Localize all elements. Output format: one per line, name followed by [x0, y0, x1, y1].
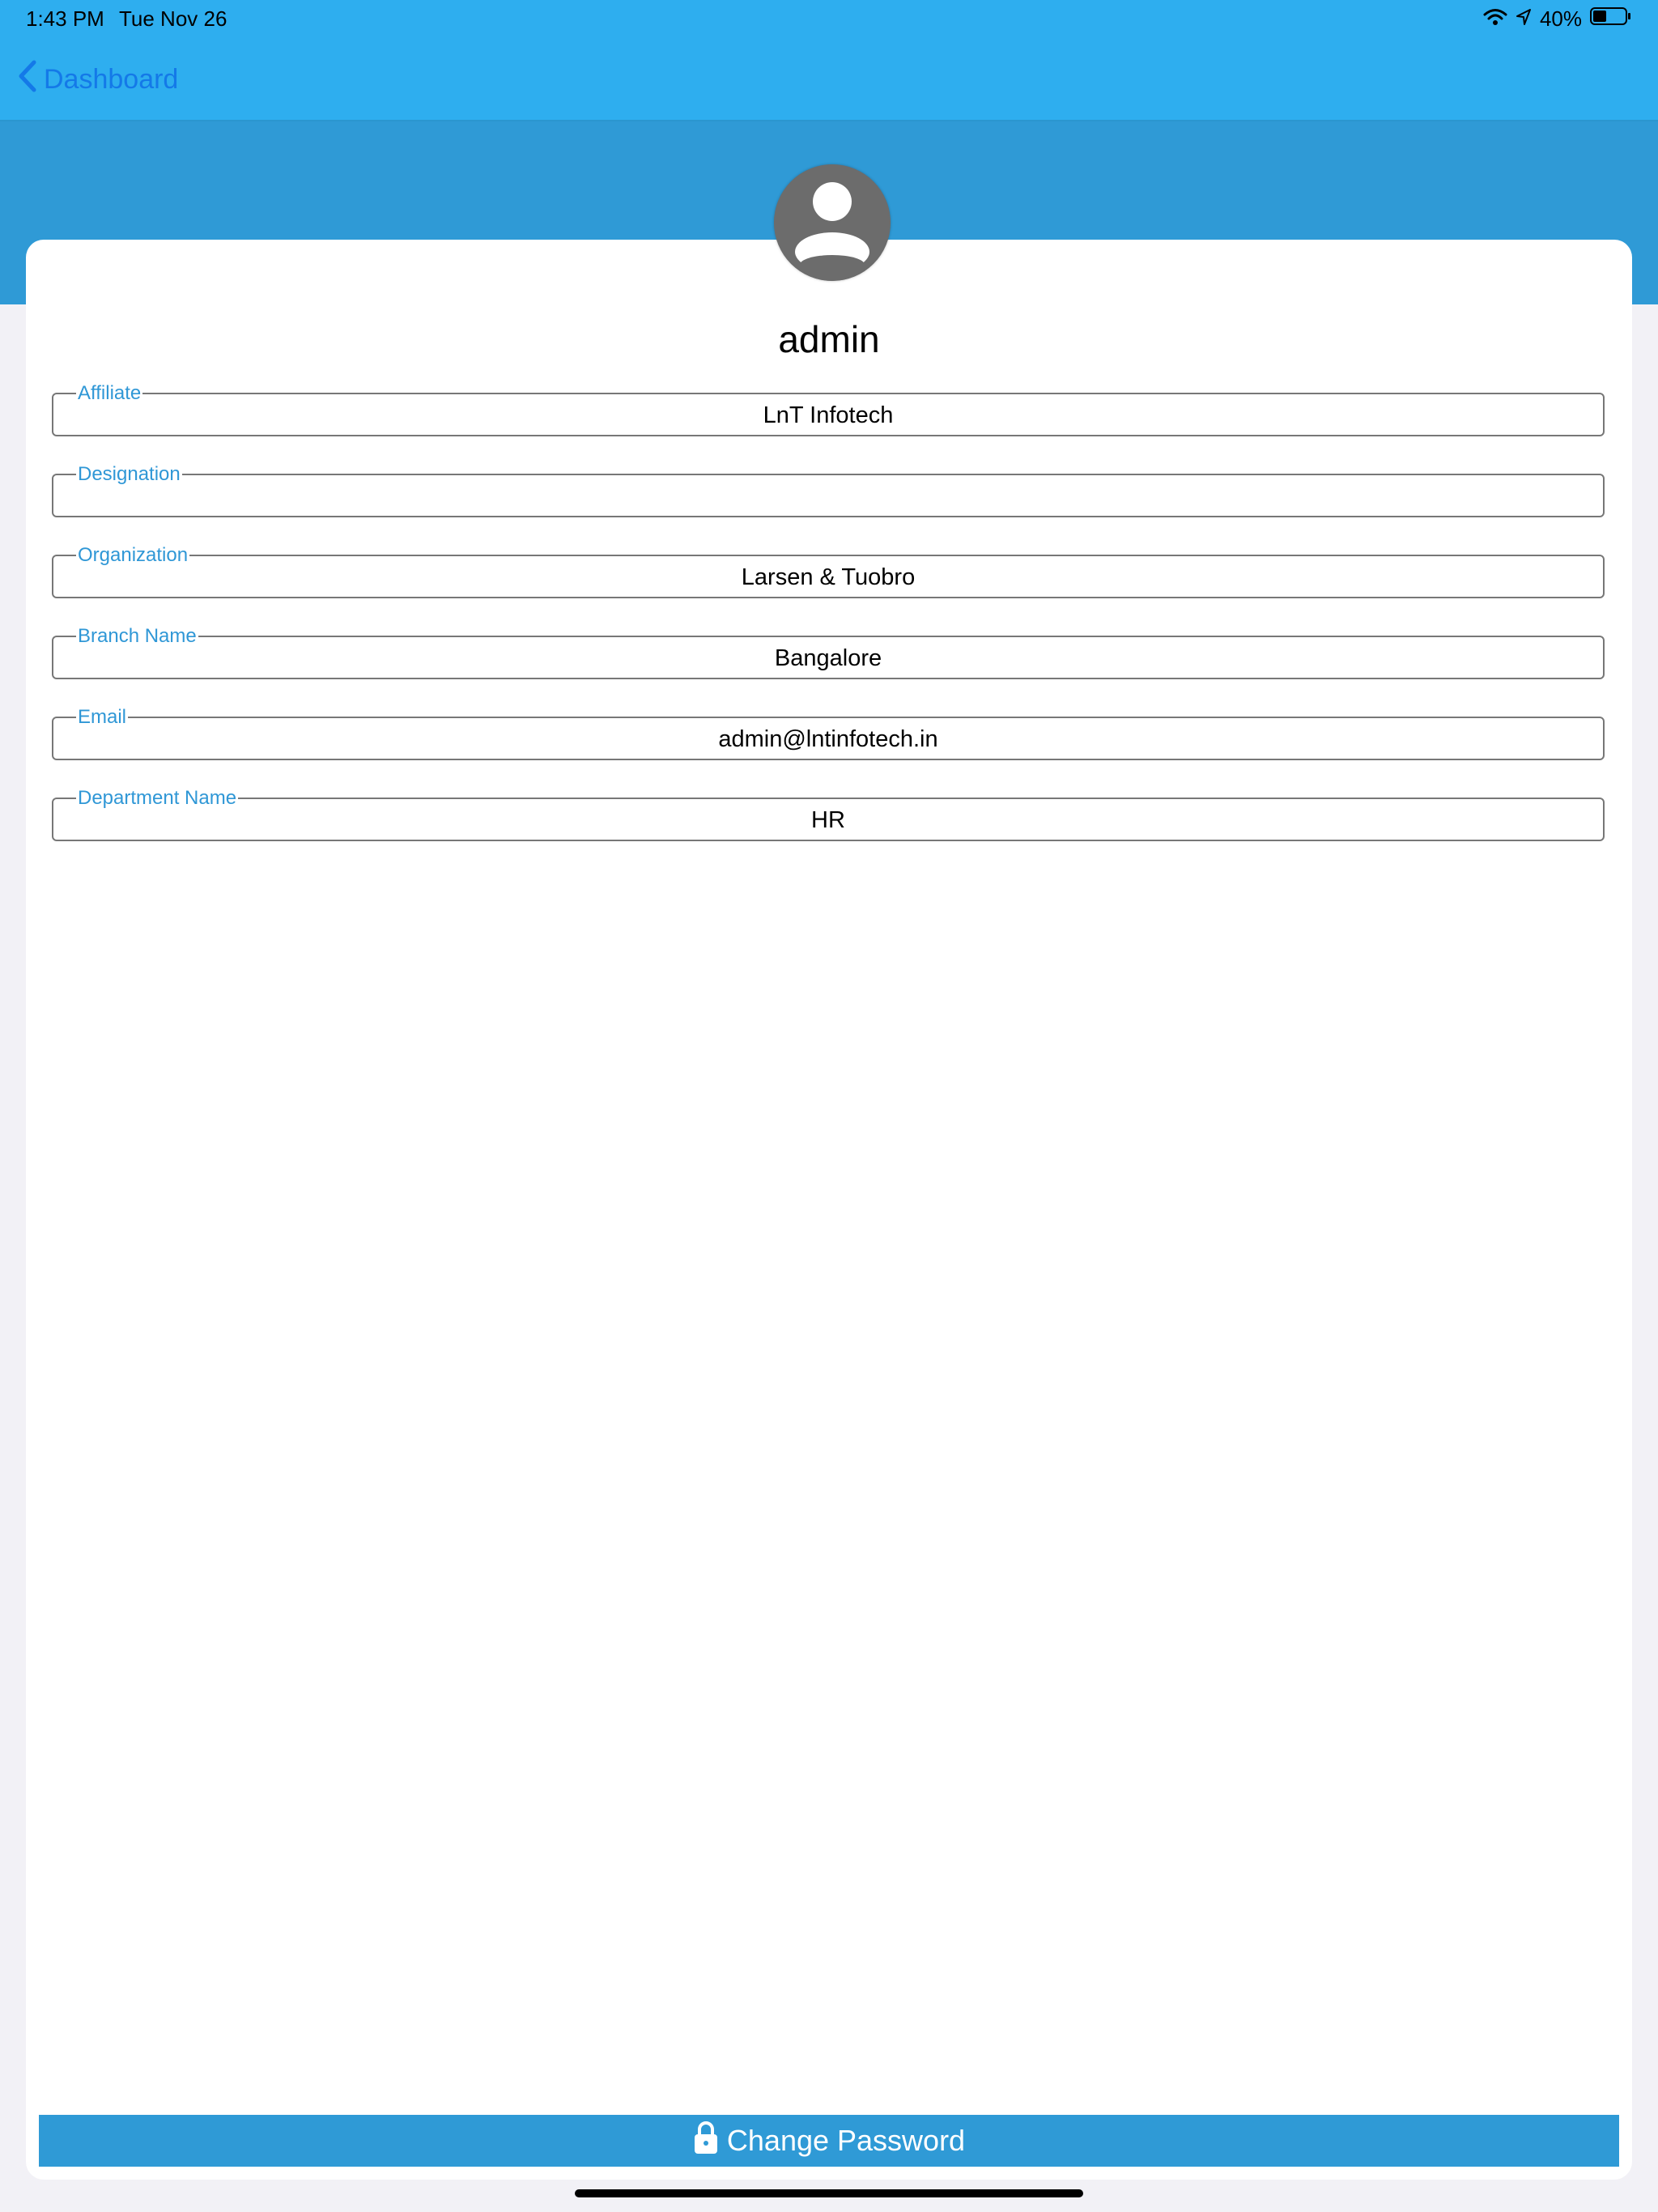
organization-value: Larsen & Tuobro — [741, 564, 916, 590]
branch-name-value: Bangalore — [774, 645, 882, 671]
status-indicators: 40% — [1483, 6, 1632, 32]
chevron-left-icon — [18, 60, 37, 100]
change-password-label: Change Password — [726, 2124, 966, 2157]
affiliate-field[interactable]: Affiliate LnT Infotech — [52, 383, 1605, 436]
department-name-field[interactable]: Department Name HR — [52, 788, 1605, 841]
department-name-label: Department Name — [76, 787, 239, 809]
lock-icon — [693, 2121, 719, 2162]
affiliate-label: Affiliate — [76, 382, 143, 404]
affiliate-value: LnT Infotech — [763, 402, 894, 428]
designation-label: Designation — [76, 463, 182, 485]
designation-field[interactable]: Designation — [52, 464, 1605, 517]
battery-icon — [1590, 6, 1632, 32]
department-name-value: HR — [811, 807, 845, 833]
location-arrow-icon — [1516, 6, 1532, 32]
battery-percent: 40% — [1539, 6, 1582, 31]
back-button-label: Dashboard — [44, 63, 179, 95]
email-field[interactable]: Email admin@lntinfotech.in — [52, 707, 1605, 760]
home-indicator[interactable] — [575, 2189, 1083, 2197]
wifi-icon — [1483, 6, 1507, 32]
profile-username: admin — [778, 318, 880, 360]
branch-name-label: Branch Name — [76, 625, 198, 647]
back-button[interactable]: Dashboard — [18, 58, 178, 100]
organization-field[interactable]: Organization Larsen & Tuobro — [52, 545, 1605, 598]
email-label: Email — [76, 706, 129, 728]
status-time: 1:43 PM — [26, 6, 104, 31]
status-date: Tue Nov 26 — [119, 6, 227, 31]
navigation-bar: Dashboard — [0, 40, 1658, 121]
status-bar: 1:43 PM Tue Nov 26 40% — [0, 0, 1658, 40]
profile-card — [26, 240, 1632, 2180]
change-password-button[interactable]: Change Password — [39, 2115, 1619, 2167]
branch-name-field[interactable]: Branch Name Bangalore — [52, 626, 1605, 679]
email-value: admin@lntinfotech.in — [718, 726, 938, 752]
organization-label: Organization — [76, 544, 190, 566]
user-avatar-icon — [774, 164, 891, 281]
